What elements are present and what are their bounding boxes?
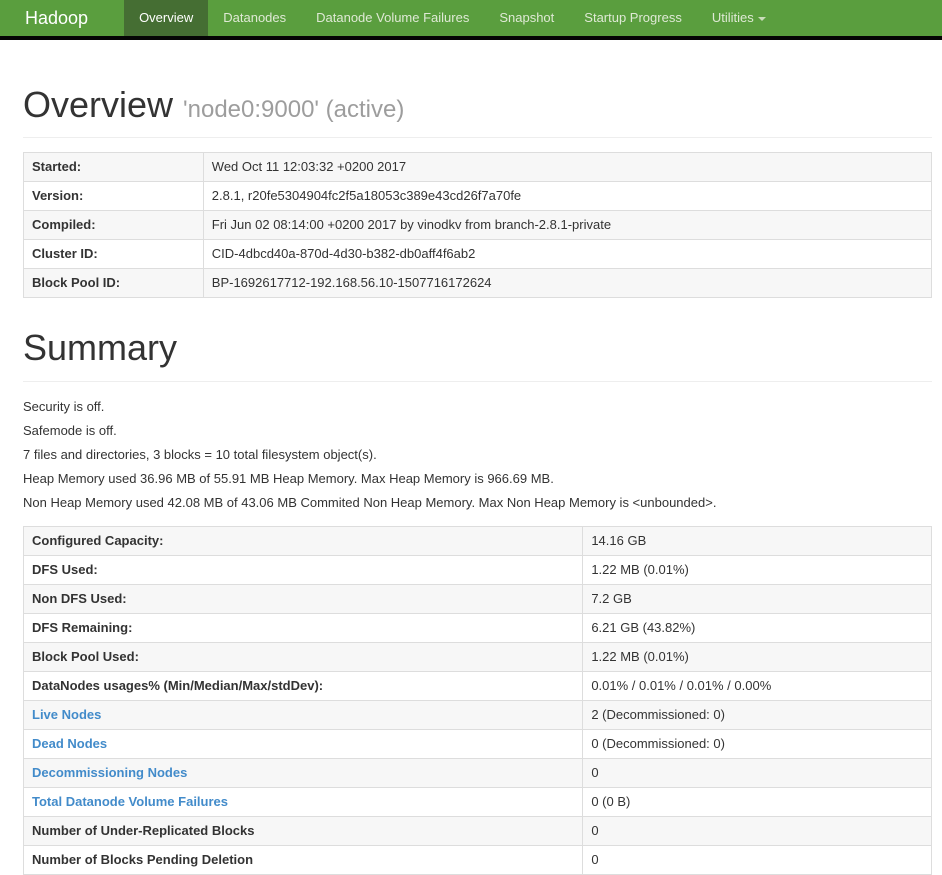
table-row: DFS Remaining: 6.21 GB (43.82%) — [22, 612, 932, 643]
decommissioning-nodes-link[interactable]: Decommissioning Nodes — [32, 765, 187, 780]
security-status: Security is off. — [23, 398, 105, 414]
overview-title-text: Overview — [23, 84, 174, 125]
row-label: Block Pool Used: — [22, 641, 584, 672]
row-value: 1.22 MB (0.01%) — [582, 554, 932, 585]
table-row: Number of Under-Replicated Blocks 0 — [22, 815, 932, 846]
table-row: Block Pool ID: BP-1692617712-192.168.56.… — [23, 268, 933, 299]
row-label: DFS Used: — [22, 554, 584, 585]
top-navbar: Hadoop Overview Datanodes Datanode Volum… — [0, 0, 942, 40]
row-value: 0.01% / 0.01% / 0.01% / 0.00% — [582, 670, 932, 701]
row-label: Number of Blocks Pending Deletion — [22, 844, 584, 875]
row-label: Block Pool ID: — [23, 268, 204, 299]
row-label: Started: — [23, 152, 204, 183]
row-label: Decommissioning Nodes — [22, 757, 584, 788]
live-nodes-link[interactable]: Live Nodes — [32, 707, 101, 722]
table-row: Total Datanode Volume Failures 0 (0 B) — [22, 786, 932, 817]
table-row: Non DFS Used: 7.2 GB — [22, 583, 932, 614]
row-value: 0 (Decommissioned: 0) — [582, 728, 932, 759]
row-label: Cluster ID: — [23, 239, 204, 270]
table-row: Cluster ID: CID-4dbcd40a-870d-4d30-b382-… — [23, 239, 933, 270]
table-row: Configured Capacity: 14.16 GB — [22, 525, 932, 556]
nav-tab-snapshot[interactable]: Snapshot — [484, 0, 569, 36]
nav-tab-overview[interactable]: Overview — [124, 0, 209, 36]
safemode-status: Safemode is off. — [23, 422, 117, 438]
row-value: 14.16 GB — [582, 525, 932, 556]
total-datanode-volume-failures-link[interactable]: Total Datanode Volume Failures — [32, 794, 228, 809]
row-value: 2 (Decommissioned: 0) — [582, 699, 932, 730]
summary-table: Configured Capacity: 14.16 GB DFS Used: … — [22, 525, 932, 875]
non-heap-memory-status: Non Heap Memory used 42.08 MB of 43.06 M… — [23, 494, 717, 510]
row-label: Dead Nodes — [22, 728, 584, 759]
divider — [23, 137, 932, 139]
filesystem-objects-status: 7 files and directories, 3 blocks = 10 t… — [23, 446, 377, 462]
nav-tab-startup-progress[interactable]: Startup Progress — [569, 0, 697, 36]
dead-nodes-link[interactable]: Dead Nodes — [32, 736, 107, 751]
summary-status-text: Security is off. Safemode is off. 7 file… — [23, 398, 932, 512]
row-value: CID-4dbcd40a-870d-4d30-b382-db0aff4f6ab2 — [202, 239, 933, 270]
row-label: DataNodes usages% (Min/Median/Max/stdDev… — [22, 670, 584, 701]
row-label: Non DFS Used: — [22, 583, 584, 614]
table-row: Dead Nodes 0 (Decommissioned: 0) — [22, 728, 932, 759]
row-label: Version: — [23, 181, 204, 212]
row-label: Compiled: — [23, 210, 204, 241]
row-value: 2.8.1, r20fe5304904fc2f5a18053c389e43cd2… — [202, 181, 933, 212]
row-value: 0 — [582, 757, 932, 788]
divider — [23, 380, 932, 382]
row-value: 7.2 GB — [582, 583, 932, 614]
namenode-address-label: 'node0:9000' (active) — [183, 96, 405, 123]
row-value: 1.22 MB (0.01%) — [582, 641, 932, 672]
table-row: Block Pool Used: 1.22 MB (0.01%) — [22, 641, 932, 672]
page-title-summary: Summary — [23, 327, 178, 369]
nav-tab-utilities-label: Utilities — [711, 10, 754, 25]
table-row: Decommissioning Nodes 0 — [22, 757, 932, 788]
table-row: Version: 2.8.1, r20fe5304904fc2f5a18053c… — [23, 181, 933, 212]
nav-tab-datanodes[interactable]: Datanodes — [208, 0, 301, 36]
table-row: Compiled: Fri Jun 02 08:14:00 +0200 2017… — [23, 210, 933, 241]
table-row: Live Nodes 2 (Decommissioned: 0) — [22, 699, 932, 730]
nav-tab-utilities-dropdown[interactable]: Utilities — [697, 0, 781, 36]
brand-hadoop: Hadoop — [25, 8, 89, 28]
row-label: DFS Remaining: — [22, 612, 584, 643]
page-title-overview: Overview 'node0:9000' (active) — [23, 84, 932, 125]
table-row: Number of Blocks Pending Deletion 0 — [22, 844, 932, 875]
row-value: 0 — [582, 844, 932, 875]
row-label: Live Nodes — [22, 699, 584, 730]
row-value: Fri Jun 02 08:14:00 +0200 2017 by vinodk… — [202, 210, 933, 241]
cluster-info-table: Started: Wed Oct 11 12:03:32 +0200 2017 … — [23, 152, 933, 299]
row-value: Wed Oct 11 12:03:32 +0200 2017 — [202, 152, 933, 183]
heap-memory-status: Heap Memory used 36.96 MB of 55.91 MB He… — [23, 470, 554, 486]
row-label: Total Datanode Volume Failures — [22, 786, 584, 817]
row-value: 6.21 GB (43.82%) — [582, 612, 932, 643]
row-label: Configured Capacity: — [22, 525, 584, 556]
table-row: Started: Wed Oct 11 12:03:32 +0200 2017 — [23, 152, 933, 183]
table-row: DataNodes usages% (Min/Median/Max/stdDev… — [22, 670, 932, 701]
row-value: 0 — [582, 815, 932, 846]
row-label: Number of Under-Replicated Blocks — [22, 815, 584, 846]
page-content: Overview 'node0:9000' (active) Started: … — [0, 84, 942, 875]
row-value: BP-1692617712-192.168.56.10-150771617262… — [202, 268, 933, 299]
row-value: 0 (0 B) — [582, 786, 932, 817]
navbar-menu: Overview Datanodes Datanode Volume Failu… — [124, 0, 781, 36]
nav-tab-datanode-volume-failures[interactable]: Datanode Volume Failures — [301, 0, 484, 36]
caret-down-icon — [757, 16, 766, 21]
table-row: DFS Used: 1.22 MB (0.01%) — [22, 554, 932, 585]
